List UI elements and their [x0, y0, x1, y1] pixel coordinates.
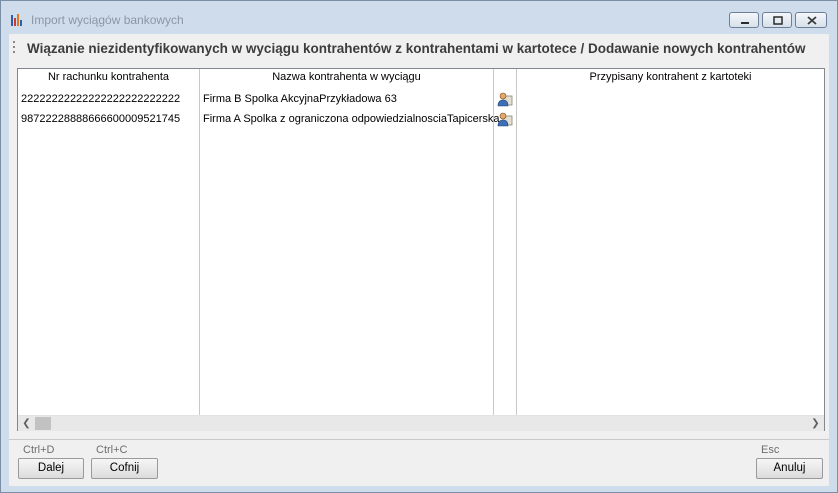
maximize-button[interactable] [762, 12, 792, 28]
client-area: Wiązanie niezidentyfikowanych w wyciągu … [9, 34, 829, 486]
maximize-icon [773, 16, 783, 25]
column-header-name[interactable]: Nazwa kontrahenta w wyciągu [200, 71, 493, 83]
close-button[interactable] [795, 12, 827, 28]
contractor-table[interactable]: Nr rachunku kontrahenta Nazwa kontrahent… [17, 68, 825, 431]
next-shortcut: Ctrl+D [23, 444, 55, 456]
table-row-account[interactable]: 98722228888666600009521745 [21, 113, 180, 125]
back-shortcut: Ctrl+C [96, 444, 128, 456]
minimize-button[interactable] [729, 12, 759, 28]
scroll-left-icon[interactable]: ❮ [18, 416, 35, 431]
person-card-icon[interactable] [497, 111, 513, 127]
header-bar: Wiązanie niezidentyfikowanych w wyciągu … [9, 34, 829, 63]
table-row-name[interactable]: Firma B Spolka AkcyjnaPrzykładowa 63 [203, 93, 397, 105]
title-bar: Import wyciągów bankowych [1, 1, 837, 35]
person-card-icon[interactable] [497, 91, 513, 107]
table-row-account[interactable]: 22222222222222222222222222 [21, 93, 180, 105]
divider [9, 439, 829, 440]
app-chart-icon [11, 14, 22, 26]
column-header-assigned[interactable]: Przypisany kontrahent z kartoteki [517, 71, 824, 83]
window-title: Import wyciągów bankowych [31, 13, 184, 27]
back-button[interactable]: Cofnij [91, 458, 158, 479]
minimize-icon [741, 22, 749, 24]
next-button[interactable]: Dalej [18, 458, 84, 479]
horizontal-scrollbar[interactable]: ❮ ❯ [18, 415, 824, 431]
column-header-account[interactable]: Nr rachunku kontrahenta [18, 71, 199, 83]
grip-icon [13, 41, 15, 53]
table-row-name[interactable]: Firma A Spolka z ograniczona odpowiedzia… [203, 113, 500, 125]
column-divider [516, 69, 517, 415]
scroll-right-icon[interactable]: ❯ [807, 416, 824, 431]
page-title: Wiązanie niezidentyfikowanych w wyciągu … [27, 41, 806, 56]
close-icon [807, 16, 817, 25]
cancel-button[interactable]: Anuluj [756, 458, 823, 479]
cancel-shortcut: Esc [761, 444, 780, 456]
column-divider [199, 69, 200, 415]
scrollbar-thumb[interactable] [35, 417, 51, 430]
window: Import wyciągów bankowych Wiązanie niezi… [0, 0, 838, 493]
